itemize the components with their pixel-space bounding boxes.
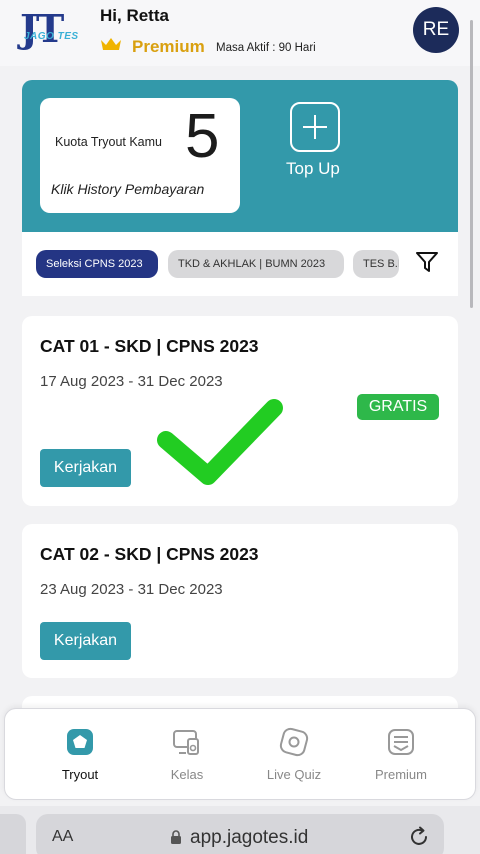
tryout-icon [67, 729, 93, 755]
nav-item-premium[interactable]: Premium [356, 727, 446, 787]
quota-card[interactable]: Kuota Tryout Kamu 5 Klik History Pembaya… [40, 98, 240, 213]
reload-icon[interactable] [408, 826, 430, 848]
nav-label: Premium [374, 767, 427, 782]
category-filter-bar: Seleksi CPNS 2023 TKD & AKHLAK | BUMN 20… [22, 232, 458, 296]
nav-label: Tryout [61, 767, 99, 782]
avatar[interactable]: RE [413, 7, 459, 53]
chip-seleksi-cpns-2023[interactable]: Seleksi CPNS 2023 [36, 250, 158, 278]
reader-aa-button[interactable]: AA [52, 828, 73, 846]
url-field[interactable]: AA app.jagotes.id [36, 814, 444, 854]
quota-label: Kuota Tryout Kamu [55, 135, 163, 149]
monitor-speaker-icon [173, 730, 199, 755]
kerjakan-button[interactable]: Kerjakan [40, 622, 131, 660]
gratis-badge: GRATIS [357, 394, 439, 420]
scrollbar[interactable] [470, 20, 473, 308]
payment-history-link[interactable]: Klik History Pembayaran [51, 181, 204, 197]
previous-tab[interactable] [0, 814, 26, 854]
greeting: Hi, Retta [100, 6, 169, 25]
quota-panel: Kuota Tryout Kamu 5 Klik History Pembaya… [22, 80, 458, 232]
browser-address-bar: AA app.jagotes.id [0, 806, 480, 854]
kerjakan-button[interactable]: Kerjakan [40, 449, 131, 487]
tryout-title: CAT 02 - SKD | CPNS 2023 [40, 544, 259, 564]
logo-subtext: JAGO TES [24, 31, 79, 42]
jagotes-logo[interactable]: JT JAGO TES [18, 6, 88, 52]
premium-icon [388, 729, 414, 755]
tryout-dates: 17 Aug 2023 - 31 Dec 2023 [40, 373, 223, 390]
tryout-card: CAT 02 - SKD | CPNS 2023 23 Aug 2023 - 3… [22, 524, 458, 678]
nav-item-live-quiz[interactable]: Live Quiz [249, 727, 339, 787]
nav-item-tryout[interactable]: Tryout [35, 727, 125, 787]
logo-text: JT [20, 6, 64, 51]
compass-icon [279, 727, 309, 757]
quota-count: 5 [185, 102, 220, 171]
topup-label[interactable]: Top Up [286, 159, 340, 179]
membership-label: Premium [132, 37, 205, 56]
nav-item-kelas[interactable]: Kelas [142, 727, 232, 787]
chip-tes-bi[interactable]: TES B.I [353, 250, 399, 278]
nav-label: Live Quiz [266, 767, 322, 782]
lock-icon [171, 830, 181, 844]
tryout-title: CAT 01 - SKD | CPNS 2023 [40, 336, 259, 356]
tryout-dates: 23 Aug 2023 - 31 Dec 2023 [40, 581, 223, 598]
filter-icon[interactable] [415, 250, 439, 274]
url-text: app.jagotes.id [190, 827, 309, 848]
crown-icon [101, 38, 121, 50]
chip-tkd-akhlak-bumn-2023[interactable]: TKD & AKHLAK | BUMN 2023 [168, 250, 344, 278]
plus-icon[interactable] [290, 102, 340, 152]
bottom-nav: Tryout Kelas Live Quiz Premium [4, 708, 476, 800]
membership-validity: Masa Aktif : 90 Hari [216, 42, 316, 54]
app-header: JT JAGO TES Hi, Retta Premium Masa Aktif… [0, 0, 480, 66]
checkmark-icon [157, 399, 283, 485]
nav-label: Kelas [170, 767, 204, 782]
